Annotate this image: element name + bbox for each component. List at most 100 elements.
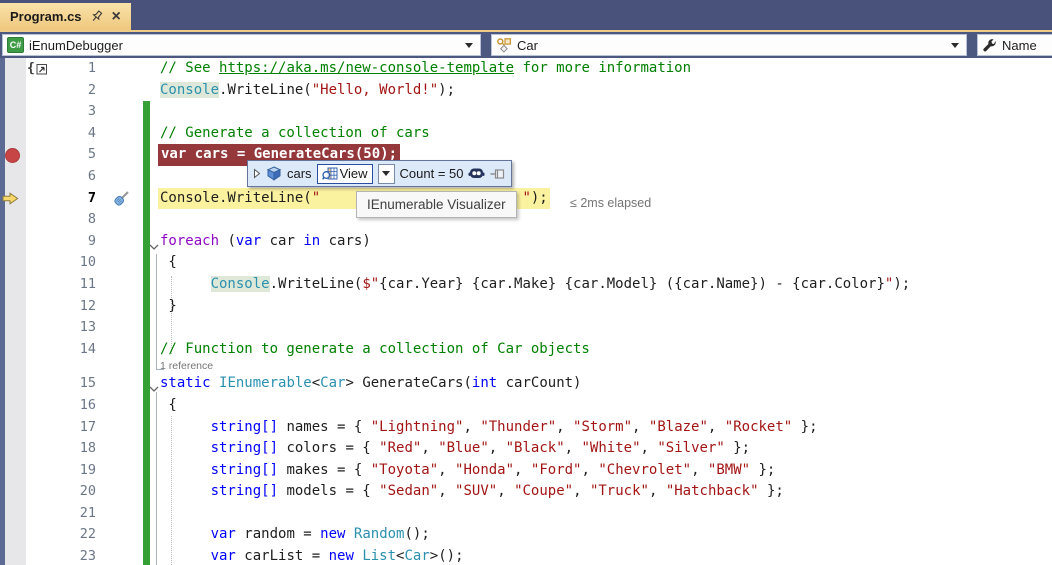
brace-popout-icon[interactable]: { xyxy=(27,61,48,76)
code-text: // See https://aka.ms/new-console-templa… xyxy=(160,58,691,80)
screwdriver-icon[interactable] xyxy=(113,189,131,212)
copilot-icon[interactable] xyxy=(468,167,485,180)
tab-program-cs[interactable]: Program.cs × xyxy=(0,3,131,30)
code-token: "SUV" xyxy=(455,483,497,499)
code-token: , xyxy=(565,440,582,456)
line-number: 18 xyxy=(30,438,96,460)
code-token xyxy=(345,526,353,542)
member-dropdown[interactable]: Name xyxy=(977,34,1052,56)
project-dropdown[interactable]: C# iEnumDebugger xyxy=(2,34,481,56)
line-number: 14 xyxy=(30,339,96,361)
code-token: var xyxy=(211,548,236,564)
code-token xyxy=(160,462,211,478)
code-text: // Function to generate a collection of … xyxy=(160,339,590,361)
code-token: "Honda" xyxy=(455,462,514,478)
code-text: foreach (var car in cars) xyxy=(160,231,371,253)
code-token: , xyxy=(581,462,598,478)
line-number: 23 xyxy=(30,546,96,565)
code-line-18: 18 string[] colors = { "Red", "Blue", "B… xyxy=(0,438,1052,460)
code-token: }; xyxy=(725,440,750,456)
code-token: "Storm" xyxy=(573,419,632,435)
code-token: names = { xyxy=(278,419,371,435)
type-dropdown[interactable]: Car xyxy=(491,34,967,56)
chevron-down-icon[interactable] xyxy=(948,43,962,48)
code-text: Console.WriteLine("Hello, World!"); xyxy=(160,80,455,102)
code-text: { xyxy=(160,395,177,417)
code-token: (); xyxy=(404,526,429,542)
code-token: , xyxy=(641,440,658,456)
code-token: { xyxy=(160,254,177,270)
line-number: 22 xyxy=(30,524,96,546)
collapse-chevron-icon[interactable] xyxy=(149,238,159,256)
code-token: var xyxy=(236,233,261,249)
pin-to-source-icon[interactable] xyxy=(490,168,506,180)
navigation-bar: C# iEnumDebugger Car Name xyxy=(0,32,1052,58)
code-line-4: 4// Generate a collection of cars xyxy=(0,123,1052,145)
code-token: " xyxy=(522,190,530,206)
chevron-down-icon[interactable] xyxy=(462,43,476,48)
code-token: static xyxy=(160,375,211,391)
view-dropdown-button[interactable] xyxy=(378,164,395,184)
code-token: "Hello, World!" xyxy=(312,82,438,98)
code-token: > GenerateCars( xyxy=(345,375,471,391)
code-token: , xyxy=(463,419,480,435)
csharp-project-icon: C# xyxy=(7,37,24,53)
code-token: , xyxy=(497,483,514,499)
code-line-16: 16 { xyxy=(0,395,1052,417)
type-name: Car xyxy=(517,38,538,53)
code-token: makes = { xyxy=(278,462,371,478)
collection-cube-icon xyxy=(266,166,282,181)
code-token: ); xyxy=(438,82,455,98)
code-line-12: 12 } xyxy=(0,296,1052,318)
code-text: Console.WriteLine($"{car.Year} {car.Make… xyxy=(160,274,910,296)
line-number: 12 xyxy=(30,296,96,318)
code-token: for more information xyxy=(514,60,691,76)
code-token: carCount) xyxy=(497,375,581,391)
code-token: ); xyxy=(531,190,548,206)
pin-icon[interactable] xyxy=(91,10,103,23)
line-number: 20 xyxy=(30,481,96,503)
collapse-chevron-icon[interactable] xyxy=(149,380,159,398)
member-name: Name xyxy=(1002,38,1037,53)
code-editor[interactable]: 1// See https://aka.ms/new-console-templ… xyxy=(0,58,1052,565)
code-line-3: 3 xyxy=(0,101,1052,123)
code-token[interactable]: https://aka.ms/new-console-template xyxy=(219,60,514,76)
code-token xyxy=(160,440,211,456)
code-token: "Chevrolet" xyxy=(598,462,691,478)
code-text: var carList = new List<Car>(); xyxy=(160,546,464,565)
code-text: { xyxy=(160,252,177,274)
line-number: 19 xyxy=(30,460,96,482)
code-token: , xyxy=(632,419,649,435)
breakpoint-icon[interactable] xyxy=(5,148,20,163)
code-token: "Blaze" xyxy=(649,419,708,435)
line-number: 9 xyxy=(30,231,96,253)
code-line-17: 17 string[] names = { "Lightning", "Thun… xyxy=(0,417,1052,439)
code-token: < xyxy=(312,375,320,391)
code-token: "Thunder" xyxy=(480,419,556,435)
code-token: // Function to generate a collection of … xyxy=(160,341,590,357)
code-token: // Generate a collection of cars xyxy=(160,125,430,141)
codelens-references[interactable]: 1 reference xyxy=(160,360,213,373)
wrench-icon xyxy=(982,38,997,53)
code-token: .WriteLine( xyxy=(270,276,363,292)
codelens-row: 1 reference xyxy=(0,360,1052,373)
line-number: 5 xyxy=(30,144,96,166)
expander-icon[interactable] xyxy=(253,168,261,179)
view-button-label: View xyxy=(340,166,368,181)
code-token: }; xyxy=(759,483,784,499)
datatip-variable: cars xyxy=(287,166,312,181)
close-icon[interactable]: × xyxy=(112,10,121,24)
code-line-8: 8 xyxy=(0,209,1052,231)
code-token xyxy=(160,419,211,435)
code-line-22: 22 var random = new Random(); xyxy=(0,524,1052,546)
code-token: string[] xyxy=(211,462,278,478)
line-number: 13 xyxy=(30,317,96,339)
code-token: string[] xyxy=(211,419,278,435)
view-button[interactable]: View xyxy=(317,164,373,184)
code-text: string[] models = { "Sedan", "SUV", "Cou… xyxy=(160,481,784,503)
code-token: new xyxy=(329,548,354,564)
code-line-20: 20 string[] models = { "Sedan", "SUV", "… xyxy=(0,481,1052,503)
line-number: 2 xyxy=(30,80,96,102)
code-token: "Toyota" xyxy=(371,462,438,478)
view-magnifier-icon xyxy=(322,167,338,181)
